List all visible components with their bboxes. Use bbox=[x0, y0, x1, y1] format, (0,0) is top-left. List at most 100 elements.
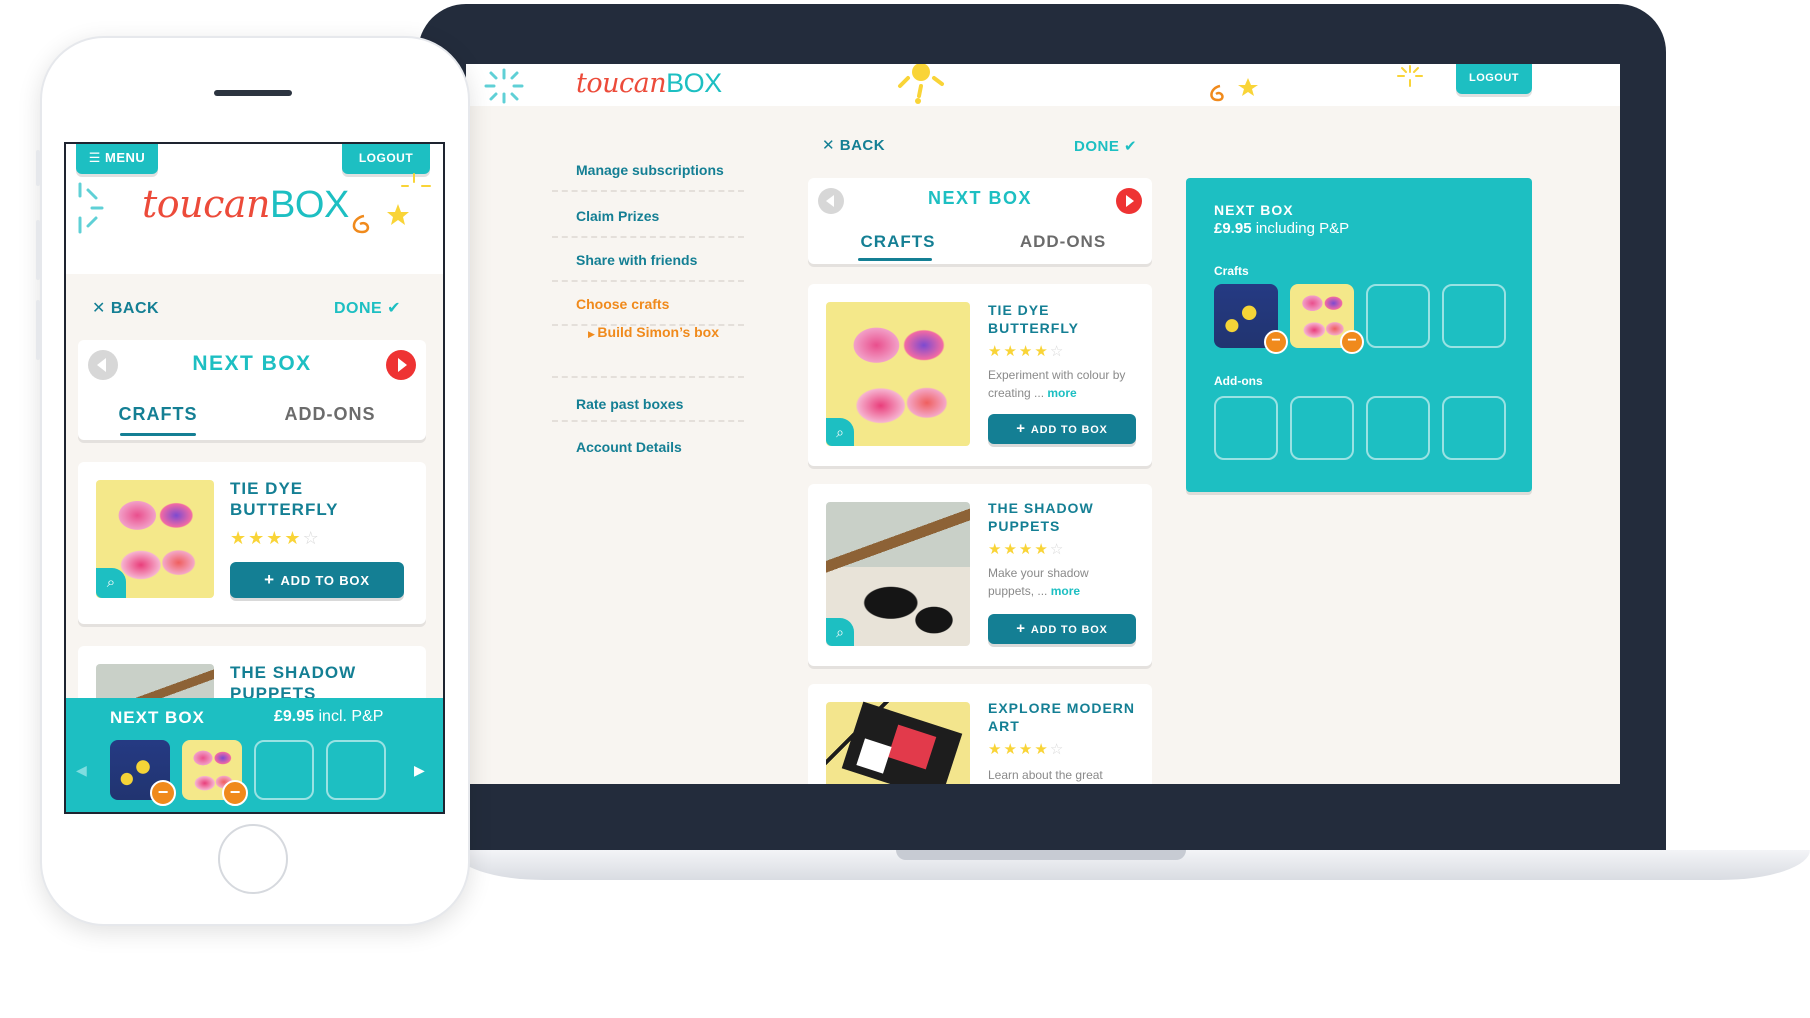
phone-side-button bbox=[36, 220, 40, 280]
mobile-screen: ☰ MENU LOGOUT toucanBOX ✕ BACK DONE ✔ NE… bbox=[64, 142, 445, 814]
craft-slot-empty[interactable] bbox=[1442, 284, 1506, 348]
check-icon: ✔ bbox=[1119, 138, 1138, 155]
product-title-line2: ART bbox=[988, 717, 1020, 734]
tab-crafts[interactable]: CRAFTS bbox=[848, 232, 948, 252]
add-to-box-label: ADD TO BOX bbox=[1030, 624, 1108, 636]
tab-add-ons[interactable]: ADD-ONS bbox=[1008, 232, 1118, 252]
zoom-search-icon[interactable]: ⌕ bbox=[826, 618, 854, 646]
product-description: Learn about the great bbox=[988, 766, 1138, 784]
mobile-nextbox-footer: NEXT BOX £9.95 incl. P&P ◀ − − ▶ bbox=[66, 698, 443, 812]
zoom-search-icon[interactable]: ⌕ bbox=[826, 418, 854, 446]
hamburger-icon: ☰ bbox=[88, 150, 105, 165]
star-icon: ★ bbox=[1018, 741, 1035, 758]
sparkle-yellow-icon bbox=[1397, 65, 1423, 87]
panel-price: £9.95 including P&P bbox=[1214, 220, 1349, 237]
plus-icon: + bbox=[1016, 420, 1031, 437]
star-icon: ★ bbox=[230, 528, 249, 548]
more-link[interactable]: more bbox=[1047, 386, 1076, 400]
sidebar-item-account-details[interactable]: Account Details bbox=[576, 439, 682, 455]
product-image[interactable] bbox=[826, 701, 970, 784]
chevron-right-icon bbox=[398, 358, 407, 372]
product-card: EXPLORE MODERN ART ★★★★☆ Learn about the… bbox=[808, 684, 1152, 784]
addon-slot-empty[interactable] bbox=[1366, 396, 1430, 460]
plus-icon: + bbox=[264, 570, 281, 589]
rating-stars: ★★★★☆ bbox=[988, 342, 1065, 360]
tab-active-underline bbox=[858, 258, 932, 261]
carousel-prev-icon[interactable]: ◀ bbox=[76, 762, 87, 779]
star-icon: ★ bbox=[988, 541, 1004, 558]
desktop-header: toucanBOX LOGOUT bbox=[466, 64, 1620, 106]
product-desc-text: Learn about the great bbox=[988, 768, 1103, 782]
logo[interactable]: toucanBOX bbox=[576, 68, 722, 99]
product-title-line1: THE SHADOW bbox=[988, 500, 1094, 516]
product-title: EXPLORE MODERN ART bbox=[988, 700, 1135, 735]
remove-minus-icon[interactable]: − bbox=[1340, 330, 1364, 354]
logo[interactable]: toucanBOX bbox=[142, 182, 349, 227]
back-link[interactable]: ✕ BACK bbox=[822, 136, 885, 154]
tab-crafts[interactable]: CRAFTS bbox=[108, 404, 208, 425]
tab-add-ons[interactable]: ADD-ONS bbox=[270, 404, 390, 425]
chevron-right-icon bbox=[1126, 195, 1134, 207]
product-card: ⌕ TIE DYE BUTTERFLY ★★★★☆ Experiment wit… bbox=[808, 284, 1152, 466]
product-title-line2: BUTTERFLY bbox=[988, 319, 1079, 336]
back-link[interactable]: ✕ BACK bbox=[92, 298, 159, 318]
rating-stars: ★★★★☆ bbox=[230, 528, 321, 549]
star-icon: ★ bbox=[1003, 741, 1019, 758]
logo-text-toucan: toucan bbox=[142, 182, 271, 226]
done-link[interactable]: DONE ✔ bbox=[334, 298, 401, 318]
rating-stars: ★★★★☆ bbox=[988, 740, 1065, 758]
craft-slot-empty[interactable] bbox=[326, 740, 386, 800]
zoom-search-icon[interactable]: ⌕ bbox=[96, 568, 126, 598]
remove-minus-icon[interactable]: − bbox=[222, 780, 248, 806]
menu-button[interactable]: ☰ MENU bbox=[76, 144, 158, 174]
prev-box-button[interactable] bbox=[818, 188, 844, 214]
logout-button[interactable]: LOGOUT bbox=[1456, 64, 1532, 94]
add-to-box-button[interactable]: + ADD TO BOX bbox=[230, 562, 404, 598]
nextbox-selector: NEXT BOX CRAFTS ADD-ONS bbox=[808, 178, 1152, 264]
product-title: TIE DYE BUTTERFLY bbox=[230, 478, 339, 521]
star-icon: ★ bbox=[284, 528, 303, 548]
phone-side-button bbox=[36, 300, 40, 360]
product-description: Make your shadow puppets, ... more bbox=[988, 564, 1128, 600]
nextbox-selector: NEXT BOX CRAFTS ADD-ONS bbox=[78, 340, 426, 440]
nextbox-summary-panel: NEXT BOX £9.95 including P&P Crafts − − … bbox=[1186, 178, 1532, 492]
phone-side-button bbox=[36, 150, 40, 186]
star-empty-icon: ☆ bbox=[1049, 741, 1066, 758]
panel-title: NEXT BOX bbox=[1214, 202, 1294, 218]
star-icon: ★ bbox=[266, 528, 285, 548]
star-icon: ★ bbox=[1034, 741, 1050, 758]
phone-home-button[interactable] bbox=[218, 824, 288, 894]
addon-slot-empty[interactable] bbox=[1214, 396, 1278, 460]
star-empty-icon: ☆ bbox=[1049, 541, 1066, 558]
sun-decoration-icon bbox=[898, 64, 944, 104]
next-box-button[interactable] bbox=[1116, 188, 1142, 214]
add-to-box-button[interactable]: + ADD TO BOX bbox=[988, 614, 1136, 644]
prev-box-button[interactable] bbox=[88, 350, 118, 380]
addon-slot-empty[interactable] bbox=[1442, 396, 1506, 460]
tab-active-underline bbox=[120, 433, 196, 436]
star-icon: ★ bbox=[1018, 343, 1035, 360]
craft-slot-empty[interactable] bbox=[254, 740, 314, 800]
nextbox-title: NEXT BOX bbox=[192, 352, 312, 375]
add-to-box-label: ADD TO BOX bbox=[280, 573, 370, 588]
carousel-next-icon[interactable]: ▶ bbox=[414, 762, 425, 779]
star-icon: ★ bbox=[1034, 343, 1050, 360]
product-title: THE SHADOW PUPPETS bbox=[988, 500, 1094, 535]
product-title-line1: EXPLORE MODERN bbox=[988, 700, 1136, 716]
addon-slot-empty[interactable] bbox=[1290, 396, 1354, 460]
add-to-box-button[interactable]: + ADD TO BOX bbox=[988, 414, 1136, 444]
star-empty-icon: ☆ bbox=[1049, 343, 1066, 360]
more-link[interactable]: more bbox=[1051, 584, 1080, 598]
done-link[interactable]: DONE ✔ bbox=[1074, 137, 1137, 155]
squiggle-star-icon bbox=[352, 173, 431, 234]
next-box-button[interactable] bbox=[386, 350, 416, 380]
craft-slot-empty[interactable] bbox=[1366, 284, 1430, 348]
remove-minus-icon[interactable]: − bbox=[150, 780, 176, 806]
remove-minus-icon[interactable]: − bbox=[1264, 330, 1288, 354]
squiggle-star-icon bbox=[1210, 78, 1258, 102]
rating-stars: ★★★★☆ bbox=[988, 540, 1065, 558]
product-title-line2: PUPPETS bbox=[988, 517, 1061, 534]
logo-text-toucan: toucan bbox=[576, 68, 667, 99]
star-icon: ★ bbox=[988, 343, 1004, 360]
done-label: DONE bbox=[1074, 138, 1120, 155]
